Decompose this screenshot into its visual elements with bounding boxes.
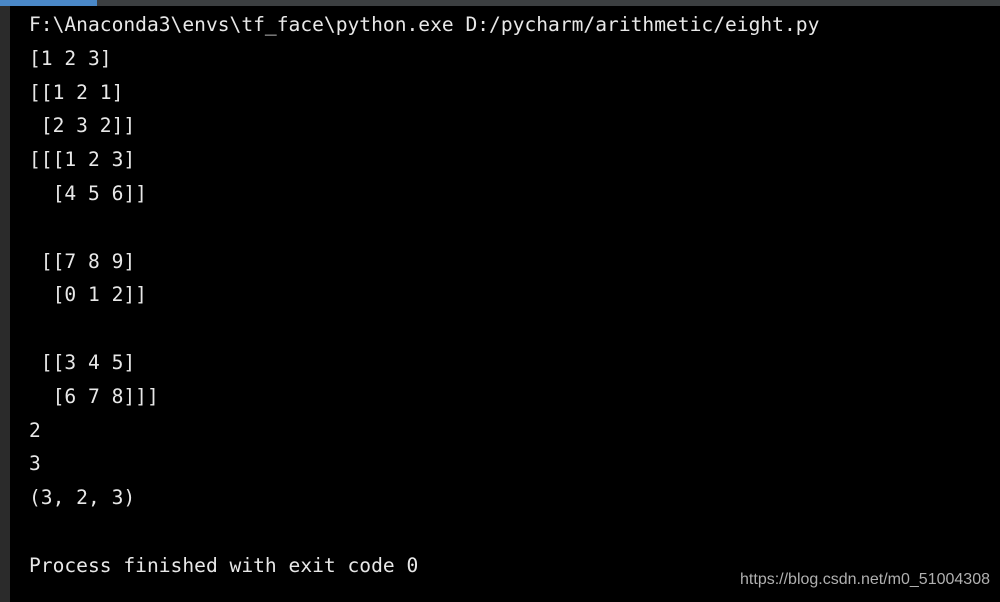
watermark: https://blog.csdn.net/m0_51004308 (740, 571, 990, 588)
console-line: [1 2 3] (29, 46, 112, 70)
console-gutter (0, 6, 10, 602)
console-line-command: F:\Anaconda3\envs\tf_face\python.exe D:/… (29, 13, 820, 36)
console-line: [6 7 8]]] (29, 384, 159, 408)
console-line: [[3 4 5] (29, 350, 136, 374)
console-line: (3, 2, 3) (29, 486, 136, 510)
run-console-output[interactable]: F:\Anaconda3\envs\tf_face\python.exe D:/… (29, 8, 819, 583)
console-line: [4 5 6]] (29, 181, 147, 205)
console-line: [2 3 2]] (29, 114, 136, 138)
console-line: [[[1 2 3] (29, 148, 136, 172)
console-line-exit-status: Process finished with exit code 0 (29, 553, 419, 577)
console-line: [[7 8 9] (29, 249, 136, 273)
console-line: [[1 2 1] (29, 80, 124, 104)
console-line: [0 1 2]] (29, 283, 147, 307)
console-line: 3 (29, 452, 41, 476)
tool-window-header (0, 0, 1000, 6)
console-line: 2 (29, 418, 41, 442)
active-tab-indicator[interactable] (0, 0, 97, 6)
